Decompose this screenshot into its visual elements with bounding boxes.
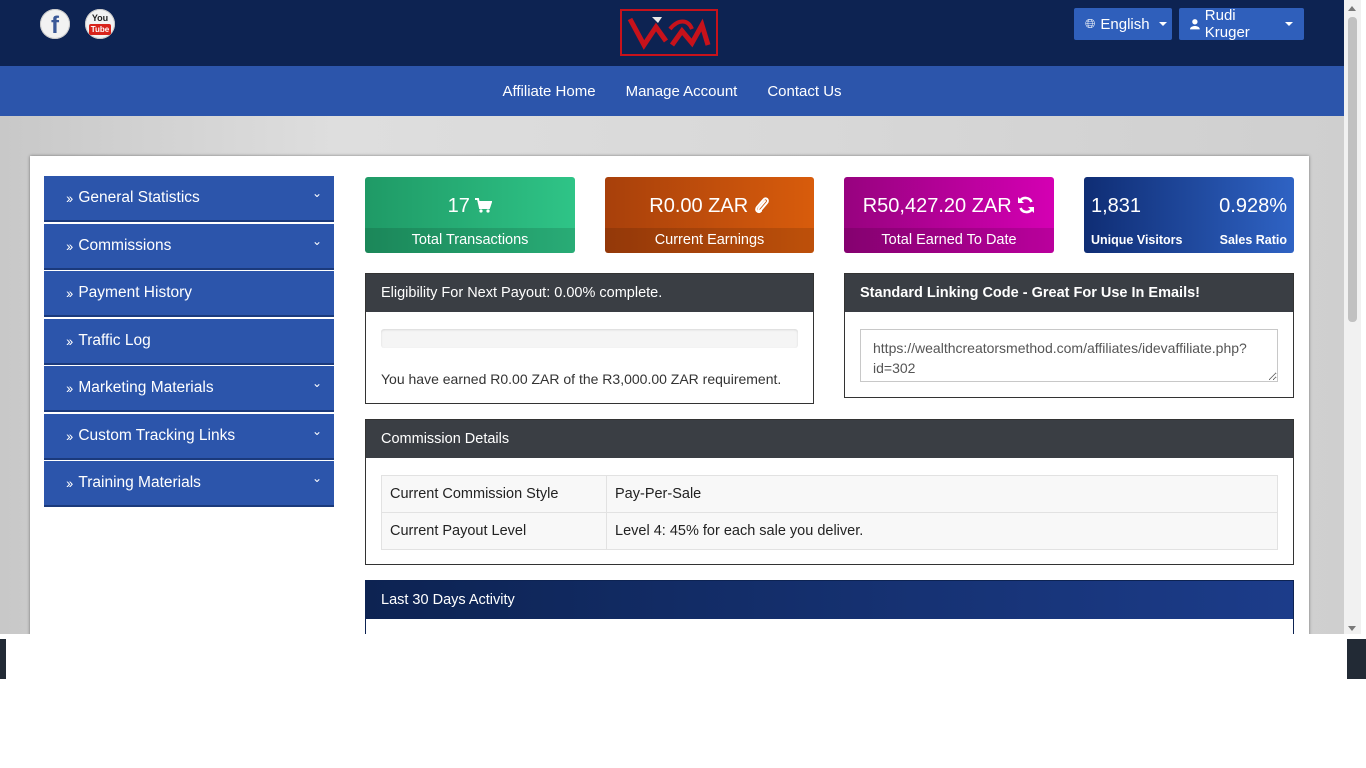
nav-affiliate-home[interactable]: Affiliate Home	[502, 83, 595, 100]
stat-visitors: 1,831 0.928% Unique Visitors Sales Ratio	[1084, 177, 1294, 253]
stat-current-earnings: R0.00 ZAR Current Earnings	[605, 177, 814, 253]
chevron-down-icon: ⌄	[311, 423, 322, 438]
double-chevron-icon: ››	[66, 237, 73, 254]
sidebar: ›› General Statistics ⌄ ›› Commissions ⌄…	[44, 176, 334, 509]
nav-contact-us[interactable]: Contact Us	[767, 83, 841, 100]
table-cell-value: Level 4: 45% for each sale you deliver.	[606, 512, 1278, 550]
caret-down-icon	[1158, 22, 1167, 26]
table-cell-key: Current Commission Style	[381, 475, 607, 513]
double-chevron-icon: ››	[66, 332, 73, 349]
double-chevron-icon: ››	[66, 427, 73, 444]
double-chevron-icon: ››	[66, 380, 73, 396]
youtube-glyph-bottom: Tube	[88, 23, 112, 35]
sidebar-item-commissions[interactable]: ›› Commissions ⌄	[44, 223, 334, 268]
commission-table: Current Commission Style Pay-Per-Sale Cu…	[381, 475, 1278, 550]
main-nav: Affiliate Home Manage Account Contact Us	[0, 66, 1344, 116]
sidebar-item-general-statistics[interactable]: ›› General Statistics ⌄	[44, 176, 334, 220]
nav-manage-account[interactable]: Manage Account	[626, 83, 738, 100]
stat-visitors-label: Unique Visitors	[1091, 233, 1183, 247]
payout-panel: Eligibility For Next Payout: 0.00% compl…	[365, 273, 814, 404]
sidebar-item-label: Training Materials	[78, 474, 201, 491]
user-dropdown[interactable]: Rudi Kruger	[1179, 7, 1304, 41]
table-cell-key: Current Payout Level	[381, 512, 607, 550]
language-label: English	[1100, 15, 1150, 33]
stat-value: R50,427.20 ZAR	[862, 195, 1012, 217]
double-chevron-icon: ››	[66, 190, 73, 206]
sidebar-item-label: Traffic Log	[78, 331, 151, 349]
stat-total-transactions: 17 Total Transactions	[365, 177, 575, 253]
browser-viewport: f You Tube 🌐︎ English Rudi Kruger Affili…	[0, 0, 1344, 634]
stat-label: Current Earnings	[605, 228, 814, 253]
site-logo[interactable]	[620, 9, 718, 56]
sidebar-item-label: Payment History	[78, 284, 193, 301]
language-dropdown[interactable]: 🌐︎ English	[1074, 8, 1172, 40]
sidebar-item-traffic-log[interactable]: ›› Traffic Log	[44, 318, 334, 363]
facebook-glyph: f	[51, 11, 59, 39]
payout-progress-bar	[381, 329, 798, 348]
bottom-bar	[0, 639, 1366, 679]
caret-down-icon	[1285, 22, 1293, 26]
panel-title: Last 30 Days Activity	[366, 581, 1293, 619]
stat-value: R0.00 ZAR	[649, 195, 749, 217]
panel-title: Eligibility For Next Payout: 0.00% compl…	[366, 274, 813, 312]
table-row: Current Commission Style Pay-Per-Sale	[381, 475, 1278, 513]
facebook-icon[interactable]: f	[40, 9, 70, 39]
stat-total-earned: R50,427.20 ZAR Total Earned To Date	[844, 177, 1054, 253]
scroll-up-icon[interactable]	[1348, 6, 1356, 11]
double-chevron-icon: ››	[66, 475, 73, 491]
payout-text: You have earned R0.00 ZAR of the R3,000.…	[381, 371, 782, 387]
stat-label: Total Transactions	[365, 228, 575, 253]
scroll-thumb[interactable]	[1348, 17, 1357, 322]
sidebar-item-payment-history[interactable]: ›› Payment History	[44, 271, 334, 315]
youtube-glyph-top: You	[91, 12, 109, 23]
main-container: ›› General Statistics ⌄ ›› Commissions ⌄…	[30, 156, 1309, 634]
chevron-down-icon: ⌄	[311, 233, 322, 248]
table-row: Current Payout Level Level 4: 45% for ea…	[381, 512, 1278, 550]
stat-value: 17	[447, 195, 470, 217]
scroll-down-icon[interactable]	[1348, 626, 1356, 631]
chevron-down-icon: ⌄	[311, 186, 322, 200]
sidebar-item-label: Marketing Materials	[78, 379, 214, 396]
stat-visitors-value: 1,831	[1091, 195, 1142, 217]
top-header: f You Tube 🌐︎ English Rudi Kruger	[0, 0, 1344, 66]
sidebar-item-custom-tracking-links[interactable]: ›› Custom Tracking Links ⌄	[44, 413, 334, 458]
paperclip-icon	[754, 197, 769, 214]
panel-title: Standard Linking Code - Great For Use In…	[845, 274, 1293, 312]
youtube-icon[interactable]: You Tube	[85, 9, 115, 39]
stat-label: Total Earned To Date	[844, 228, 1054, 253]
double-chevron-icon: ››	[66, 285, 73, 301]
chevron-down-icon: ⌄	[311, 471, 322, 485]
bottom-area	[0, 634, 1366, 768]
refresh-icon	[1018, 196, 1035, 214]
stat-ratio-value: 0.928%	[1219, 195, 1287, 217]
linking-code-panel: Standard Linking Code - Great For Use In…	[844, 273, 1294, 398]
table-cell-value: Pay-Per-Sale	[606, 475, 1278, 513]
sidebar-item-label: General Statistics	[78, 189, 200, 206]
activity-panel: Last 30 Days Activity	[365, 580, 1294, 634]
stat-ratio-label: Sales Ratio	[1219, 233, 1287, 247]
logo-mark	[627, 17, 711, 50]
linking-code-textarea[interactable]: https://wealthcreatorsmethod.com/affilia…	[860, 329, 1278, 382]
panel-title: Commission Details	[366, 420, 1293, 458]
sidebar-item-training-materials[interactable]: ›› Training Materials ⌄	[44, 461, 334, 505]
globe-icon: 🌐︎	[1085, 16, 1096, 31]
sidebar-item-label: Commissions	[78, 236, 172, 254]
sidebar-item-marketing-materials[interactable]: ›› Marketing Materials ⌄	[44, 366, 334, 410]
sidebar-item-label: Custom Tracking Links	[78, 426, 236, 444]
cart-icon	[475, 198, 493, 213]
commission-details-panel: Commission Details Current Commission St…	[365, 419, 1294, 565]
chevron-down-icon: ⌄	[311, 376, 322, 390]
scrollbar[interactable]	[1344, 0, 1361, 634]
user-icon	[1190, 19, 1200, 30]
user-label: Rudi Kruger	[1204, 7, 1250, 41]
